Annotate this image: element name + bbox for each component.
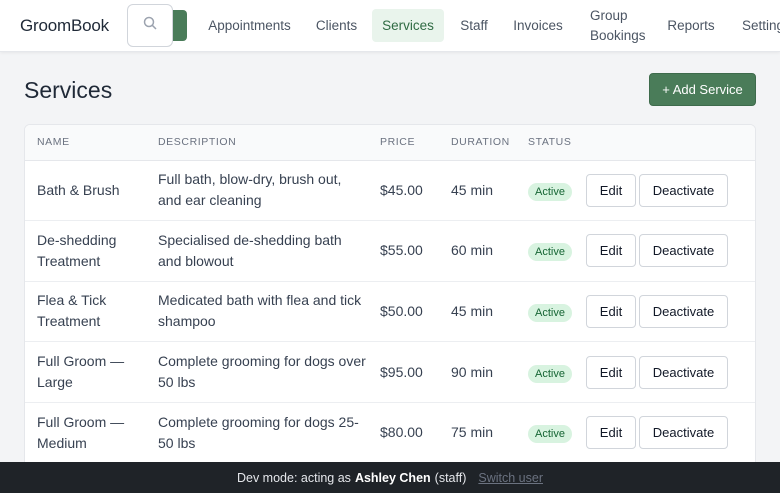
nav-group-bookings[interactable]: Group Bookings [590, 4, 652, 48]
service-duration: 60 min [451, 242, 494, 259]
service-name: Bath & Brush [37, 181, 120, 198]
status-badge: Active [528, 303, 572, 322]
service-duration: 45 min [451, 302, 494, 319]
nav-appointments[interactable]: Appointments [200, 9, 299, 42]
deactivate-button[interactable]: Deactivate [639, 355, 728, 389]
table-row: Full Groom — Medium Complete grooming fo… [25, 402, 755, 463]
brand-logo[interactable]: GroomBook [20, 16, 109, 36]
service-description: Complete grooming for dogs over 50 lbs [158, 353, 366, 391]
nav-services[interactable]: Services [372, 9, 444, 42]
service-description: Medicated bath with flea and tick shampo… [158, 292, 362, 330]
service-duration: 75 min [451, 424, 494, 441]
dev-mode-bar: Dev mode: acting as Ashley Chen (staff) … [0, 462, 780, 493]
services-table: Name Description Price Duration Status B… [25, 125, 755, 463]
switch-user-link[interactable]: Switch user [478, 471, 543, 485]
dev-mode-prefix: Dev mode: acting as [236, 470, 351, 485]
add-service-button[interactable]: + Add Service [649, 73, 756, 106]
status-badge: Active [528, 364, 572, 383]
deactivate-button[interactable]: Deactivate [639, 416, 728, 450]
status-badge: Active [528, 182, 572, 201]
column-header-actions [586, 125, 755, 161]
column-header-price: Price [368, 125, 439, 161]
service-price: $45.00 [380, 181, 423, 198]
deactivate-button[interactable]: Deactivate [639, 173, 728, 207]
edit-button[interactable]: Edit [586, 416, 636, 450]
service-price: $80.00 [380, 424, 423, 441]
service-duration: 90 min [451, 363, 494, 380]
page-title: Services [24, 77, 113, 103]
column-header-duration: Duration [439, 125, 516, 161]
service-price: $95.00 [380, 363, 423, 380]
column-header-status: Status [516, 125, 586, 161]
table-row: Bath & Brush Full bath, blow-dry, brush … [25, 160, 755, 221]
service-name: Full Groom — Medium [37, 413, 125, 451]
edit-button[interactable]: Edit [586, 234, 636, 268]
edit-button[interactable]: Edit [586, 173, 636, 207]
service-name: Flea & Tick Treatment [37, 292, 107, 330]
nav-clients[interactable]: Clients [306, 9, 367, 42]
service-name: De-shedding Treatment [37, 231, 117, 269]
nav-reports[interactable]: Reports [660, 9, 722, 42]
deactivate-button[interactable]: Deactivate [639, 294, 728, 328]
acting-user-name: Ashley Chen [354, 470, 431, 485]
column-header-name: Name [25, 125, 146, 161]
table-header-row: Name Description Price Duration Status [25, 125, 755, 161]
column-header-description: Description [146, 125, 368, 161]
search-control[interactable] [127, 4, 187, 47]
service-description: Complete grooming for dogs 25-50 lbs [158, 413, 359, 451]
service-description: Full bath, blow-dry, brush out, and ear … [158, 171, 342, 209]
table-row: Full Groom — Large Complete grooming for… [25, 342, 755, 403]
service-price: $50.00 [380, 302, 423, 319]
edit-button[interactable]: Edit [586, 294, 636, 328]
status-badge: Active [528, 425, 572, 444]
table-row: Flea & Tick Treatment Medicated bath wit… [25, 281, 755, 342]
top-navbar: GroomBook Appointments Clients Services … [0, 0, 780, 52]
edit-button[interactable]: Edit [586, 355, 636, 389]
service-name: Full Groom — Large [37, 353, 125, 391]
search-field[interactable] [127, 4, 173, 47]
service-duration: 45 min [451, 181, 494, 198]
service-description: Specialised de-shedding bath and blowout [158, 231, 342, 269]
table-row: De-shedding Treatment Specialised de-she… [25, 221, 755, 282]
acting-user-role: (staff) [434, 470, 467, 485]
nav-invoices[interactable]: Invoices [505, 9, 571, 42]
service-price: $55.00 [380, 242, 423, 259]
services-table-card: Name Description Price Duration Status B… [24, 124, 756, 469]
status-badge: Active [528, 243, 572, 262]
deactivate-button[interactable]: Deactivate [639, 234, 728, 268]
nav-settings[interactable]: Settings [731, 9, 780, 42]
nav-staff[interactable]: Staff [450, 9, 498, 42]
